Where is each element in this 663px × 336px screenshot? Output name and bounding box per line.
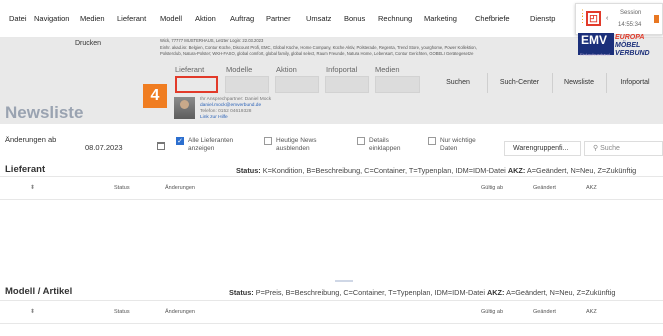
date-input[interactable]: 08.07.2023: [85, 143, 123, 152]
filter-label-modelle: Modelle: [226, 65, 253, 74]
medien-input[interactable]: [375, 76, 420, 93]
logo-europa: EUROPA: [615, 34, 645, 41]
important-label: Nur wichtige Daten: [440, 137, 476, 152]
print-button[interactable]: Drucken: [75, 40, 101, 47]
menu-modell[interactable]: Modell: [160, 14, 182, 23]
menu-aktion[interactable]: Aktion: [195, 14, 216, 23]
sort-icon[interactable]: ⬍: [30, 185, 35, 191]
menu-bonus[interactable]: Bonus: [344, 14, 365, 23]
section-title-lieferant: Lieferant: [5, 164, 46, 175]
filter-label-aktion: Aktion: [276, 65, 297, 74]
contact-name: Daniel Mock: [244, 97, 272, 102]
session-label: Session: [620, 10, 642, 16]
column-akz[interactable]: AKZ: [586, 309, 597, 315]
chevron-left-icon[interactable]: ‹: [606, 15, 608, 22]
step-marker: 4: [143, 84, 167, 108]
filter-label-medien: Medien: [375, 65, 400, 74]
legend-status-text: K=Kondition, B=Beschreibung, C=Container…: [260, 166, 508, 175]
member-info: Wick, 77777 MUSTERHAUS, Letzter Login: 2…: [160, 38, 592, 58]
menu-navigation[interactable]: Navigation: [34, 14, 69, 23]
sort-icon[interactable]: ⬍: [30, 309, 35, 315]
column-changed[interactable]: Geändert: [533, 309, 556, 315]
menu-umsatz[interactable]: Umsatz: [306, 14, 331, 23]
today-news-label: Heutige News ausblenden: [276, 137, 317, 152]
scroll-indicator[interactable]: [335, 280, 353, 282]
menu-chefbriefe[interactable]: Chefbriefe: [475, 14, 510, 23]
details-checkbox[interactable]: [357, 137, 365, 145]
menu-rechnung[interactable]: Rechnung: [378, 14, 412, 23]
contact-label: Ihr Ansprechpartner:: [200, 97, 245, 102]
important-checkbox[interactable]: [428, 137, 436, 145]
contact-avatar: [174, 97, 195, 119]
product-group-select[interactable]: Warengruppenfi...: [504, 141, 581, 156]
newslist-button[interactable]: Newsliste: [553, 73, 605, 93]
legend-status-text: P=Preis, B=Beschreibung, C=Container, T=…: [253, 288, 488, 297]
column-valid-from[interactable]: Gültig ab: [481, 185, 503, 191]
page-title: Newsliste: [5, 103, 84, 122]
session-refresh-icon[interactable]: ◰: [586, 11, 601, 26]
filter-bar: Änderungen ab 08.07.2023 ✓ Alle Lieferan…: [0, 134, 663, 162]
menu-auftrag[interactable]: Auftrag: [230, 14, 254, 23]
infoportal-input[interactable]: [325, 76, 369, 93]
search-button[interactable]: Suchen: [430, 73, 486, 93]
user-icon[interactable]: [654, 15, 659, 23]
search-center-button[interactable]: Such-Center: [488, 73, 551, 93]
section-title-modell: Modell / Artikel: [5, 286, 73, 297]
session-panel: ⋮ ⋮ ◰ ‹ Session 14:55:34: [575, 3, 663, 35]
table-header: ⬍ Status Änderungen Gültig ab Geändert A…: [0, 176, 663, 200]
emv-logo-sub: Einkaufsverband: [580, 52, 610, 57]
header-panel: Drucken Wick, 77777 MUSTERHAUS, Letzter …: [0, 33, 663, 124]
status-legend: Status: K=Kondition, B=Beschreibung, C=C…: [236, 166, 636, 175]
today-news-checkbox[interactable]: [264, 137, 272, 145]
calendar-icon[interactable]: [157, 142, 165, 150]
menu-partner[interactable]: Partner: [266, 14, 291, 23]
help-link[interactable]: Link zur Hilfe: [200, 115, 271, 121]
member-info-line: Polsterclub, Natura-Polster; WKH-FASO, g…: [160, 51, 474, 56]
column-changes[interactable]: Änderungen: [165, 309, 195, 315]
all-suppliers-label: Alle Lieferanten anzeigen: [188, 137, 234, 152]
legend-akz-text: A=Geändert, N=Neu, Z=Zukünftig: [525, 166, 637, 175]
table-body: [0, 200, 663, 280]
search-input[interactable]: ⚲ Suche: [584, 141, 663, 156]
search-placeholder: Suche: [600, 145, 620, 152]
emv-logo-text: EMV: [581, 33, 608, 47]
modelle-input[interactable]: [225, 76, 269, 93]
menu-marketing[interactable]: Marketing: [424, 14, 457, 23]
menu-dienstplan[interactable]: Dienstp: [530, 14, 555, 23]
menu-medien[interactable]: Medien: [80, 14, 105, 23]
session-time: 14:55:34: [618, 22, 642, 28]
legend-status-label: Status:: [229, 288, 254, 297]
logo-moebel-verbund: MÖBEL VERBUND: [615, 42, 650, 57]
status-legend: Status: P=Preis, B=Beschreibung, C=Conta…: [229, 288, 615, 297]
column-status[interactable]: Status: [114, 185, 130, 191]
emv-logo: EMV Einkaufsverband EUROPA MÖBEL VERBUND: [578, 33, 663, 57]
infoportal-button[interactable]: Infoportal: [607, 73, 663, 93]
legend-akz-text: A=Geändert, N=Neu, Z=Zukünftig: [504, 288, 616, 297]
legend-akz-label: AKZ:: [487, 288, 505, 297]
lieferant-input[interactable]: [175, 76, 218, 93]
menu-datei[interactable]: Datei: [9, 14, 27, 23]
filter-label-lieferant: Lieferant: [175, 65, 205, 74]
menu-bar: Datei Navigation Medien Lieferant Modell…: [0, 0, 663, 38]
column-status[interactable]: Status: [114, 309, 130, 315]
details-label: Details einklappen: [369, 137, 401, 152]
legend-status-label: Status:: [236, 166, 261, 175]
all-suppliers-checkbox[interactable]: ✓: [176, 137, 184, 145]
aktion-input[interactable]: [275, 76, 319, 93]
table-header: ⬍ Status Änderungen Gültig ab Geändert A…: [0, 300, 663, 324]
column-changes[interactable]: Änderungen: [165, 185, 195, 191]
filter-label-infoportal: Infoportal: [326, 65, 358, 74]
table-body: [0, 324, 663, 336]
column-changed[interactable]: Geändert: [533, 185, 556, 191]
column-akz[interactable]: AKZ: [586, 185, 597, 191]
contact-info: Ihr Ansprechpartner: Daniel Mock daniel.…: [200, 97, 271, 121]
legend-akz-label: AKZ:: [507, 166, 526, 175]
menu-lieferant[interactable]: Lieferant: [117, 14, 146, 23]
column-valid-from[interactable]: Gültig ab: [481, 309, 503, 315]
changes-since-label: Änderungen ab: [5, 135, 57, 144]
